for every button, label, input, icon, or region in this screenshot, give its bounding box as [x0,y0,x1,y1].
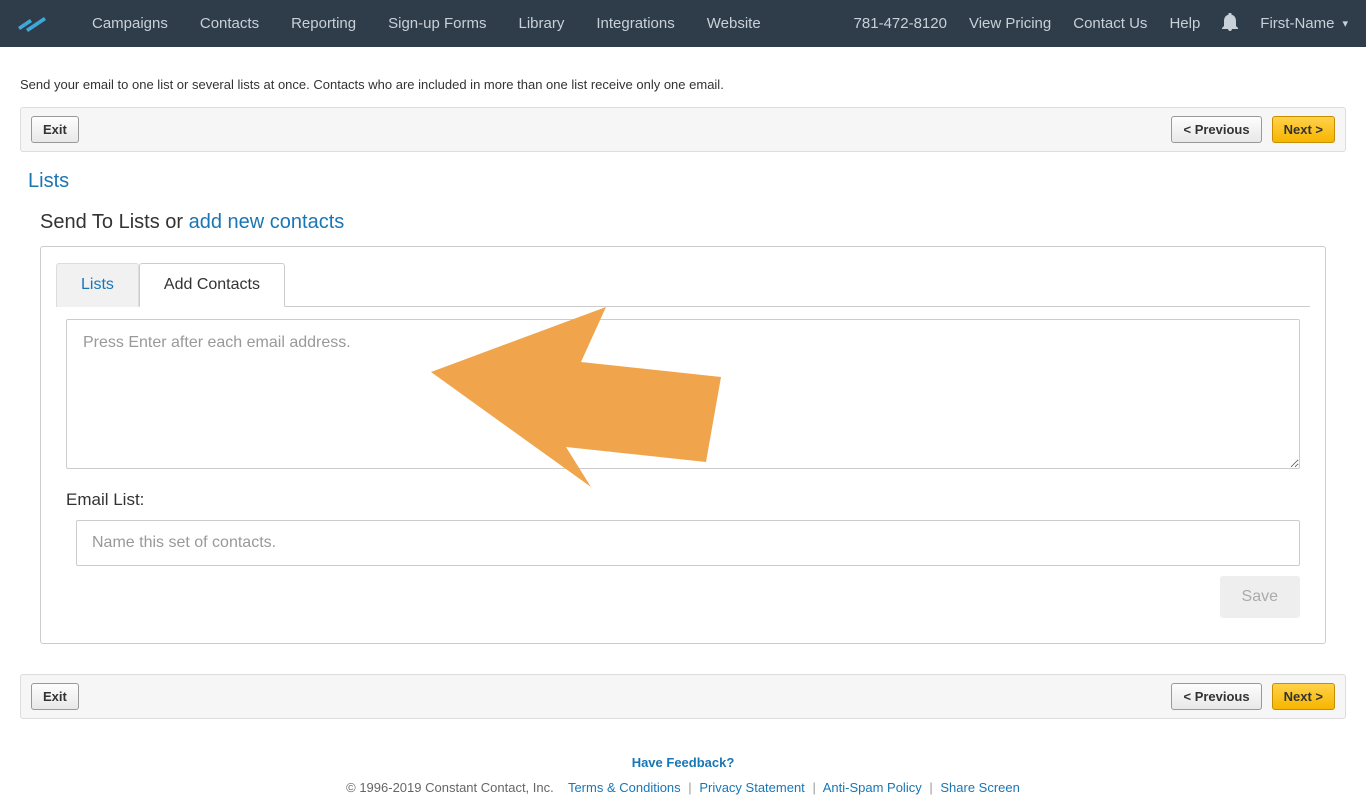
exit-button[interactable]: Exit [31,116,79,143]
footer: Have Feedback? © 1996-2019 Constant Cont… [0,737,1366,805]
intro-text: Send your email to one list or several l… [20,77,1346,92]
nav-contact-us[interactable]: Contact Us [1073,15,1147,32]
top-nav: Campaigns Contacts Reporting Sign-up For… [0,0,1366,47]
tab-lists[interactable]: Lists [56,263,139,307]
nav-contacts[interactable]: Contacts [184,15,275,32]
logo[interactable] [18,15,46,33]
section-title: Lists [28,170,1346,193]
action-bar-bottom: Exit < Previous Next > [20,674,1346,719]
tab-add-contacts[interactable]: Add Contacts [139,263,285,307]
send-to-subtitle: Send To Lists or add new contacts [40,211,1346,234]
previous-button-bottom[interactable]: < Previous [1171,683,1261,710]
nav-phone[interactable]: 781-472-8120 [854,15,947,32]
main-panel: Lists Add Contacts Email List: Save [40,246,1326,644]
save-button[interactable]: Save [1220,576,1300,618]
copyright: © 1996-2019 Constant Contact, Inc. [346,780,554,795]
nav-library[interactable]: Library [503,15,581,32]
tabs: Lists Add Contacts [56,262,1310,307]
email-addresses-input[interactable] [66,319,1300,469]
nav-help[interactable]: Help [1169,15,1200,32]
exit-button-bottom[interactable]: Exit [31,683,79,710]
nav-website[interactable]: Website [691,15,777,32]
terms-link[interactable]: Terms & Conditions [568,780,681,795]
previous-button[interactable]: < Previous [1171,116,1261,143]
next-button[interactable]: Next > [1272,116,1335,143]
add-new-contacts-link[interactable]: add new contacts [189,211,345,233]
feedback-link[interactable]: Have Feedback? [0,755,1366,770]
user-menu[interactable]: First-Name ▾ [1260,15,1348,32]
user-name: First-Name [1260,15,1334,32]
antispam-link[interactable]: Anti-Spam Policy [823,780,922,795]
email-list-name-input[interactable] [76,520,1300,566]
nav-items: Campaigns Contacts Reporting Sign-up For… [76,15,854,32]
chevron-down-icon: ▾ [1342,17,1348,30]
nav-signup-forms[interactable]: Sign-up Forms [372,15,502,32]
action-bar-top: Exit < Previous Next > [20,107,1346,152]
tab-content: Email List: Save [56,307,1310,618]
share-screen-link[interactable]: Share Screen [940,780,1020,795]
subtitle-prefix: Send To Lists or [40,211,189,233]
bell-icon[interactable] [1222,13,1238,34]
nav-pricing[interactable]: View Pricing [969,15,1051,32]
email-list-label: Email List: [66,490,1300,510]
nav-right: 781-472-8120 View Pricing Contact Us Hel… [854,13,1348,34]
next-button-bottom[interactable]: Next > [1272,683,1335,710]
nav-campaigns[interactable]: Campaigns [76,15,184,32]
privacy-link[interactable]: Privacy Statement [699,780,805,795]
nav-integrations[interactable]: Integrations [580,15,690,32]
nav-reporting[interactable]: Reporting [275,15,372,32]
logo-icon [18,15,46,33]
